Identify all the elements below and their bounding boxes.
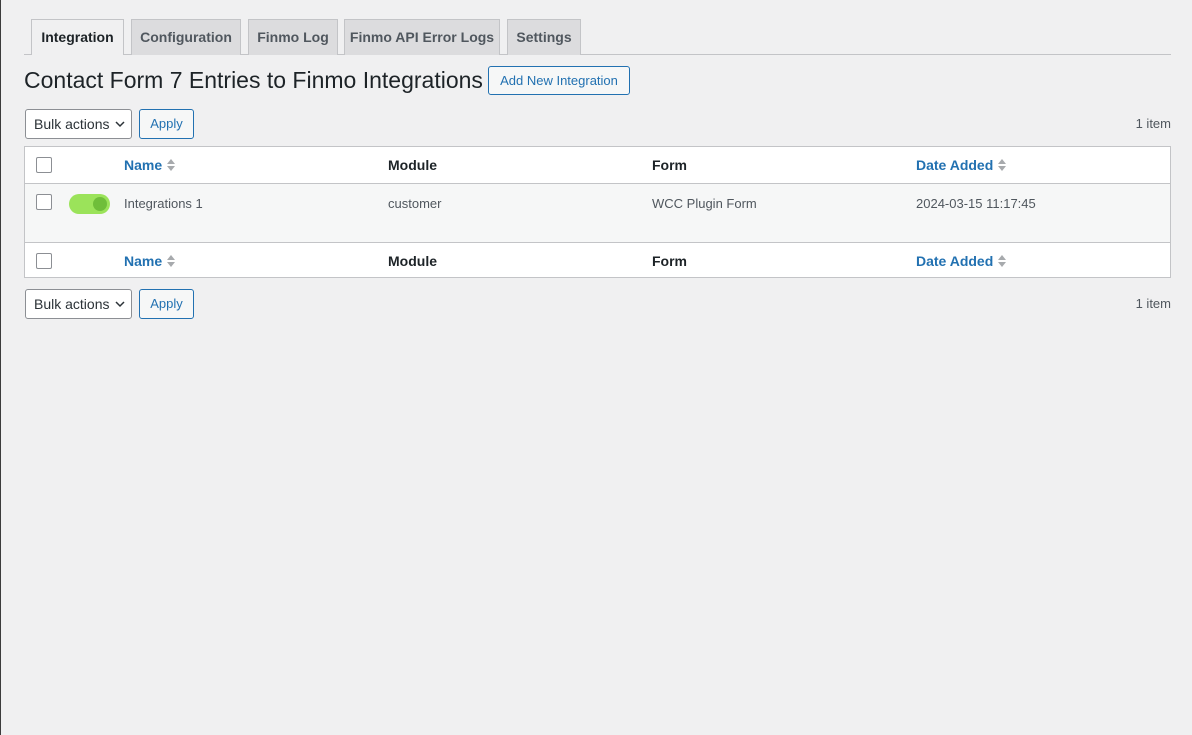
column-header-module: Module <box>388 157 437 173</box>
sort-icon <box>167 159 176 172</box>
cell-module: customer <box>388 196 442 211</box>
bulk-actions-label: Bulk actions <box>34 116 110 132</box>
column-footer-date-added[interactable]: Date Added <box>916 253 1007 270</box>
cell-form: WCC Plugin Form <box>652 196 757 211</box>
apply-button-bottom[interactable]: Apply <box>139 289 194 319</box>
apply-button[interactable]: Apply <box>139 109 194 139</box>
sort-icon <box>998 255 1007 268</box>
add-new-integration-button[interactable]: Add New Integration <box>488 66 630 95</box>
tab-finmo-log[interactable]: Finmo Log <box>248 19 338 55</box>
cell-name: Integrations 1 <box>124 196 203 211</box>
tab-settings[interactable]: Settings <box>507 19 581 55</box>
item-count-bottom: 1 item <box>1135 296 1171 311</box>
column-header-date-added[interactable]: Date Added <box>916 157 1007 174</box>
bulk-actions-select[interactable]: Bulk actions <box>25 109 132 139</box>
integrations-table: Name Module Form Date Added Integrations… <box>24 146 1171 278</box>
column-footer-module: Module <box>388 253 437 269</box>
tablenav-bottom: Bulk actions Apply 1 item <box>24 289 1171 319</box>
column-header-date-added-label: Date Added <box>916 157 994 173</box>
tab-integration[interactable]: Integration <box>31 19 124 55</box>
table-row: Integrations 1 customer WCC Plugin Form … <box>25 184 1170 242</box>
tab-finmo-api-error-logs[interactable]: Finmo API Error Logs <box>344 19 500 55</box>
sort-icon <box>998 159 1007 172</box>
sort-icon <box>167 255 176 268</box>
bulk-actions-label: Bulk actions <box>34 296 110 312</box>
tablenav-top: Bulk actions Apply 1 item <box>24 109 1171 139</box>
page-title: Contact Form 7 Entries to Finmo Integrat… <box>24 67 483 93</box>
column-footer-date-added-label: Date Added <box>916 253 994 269</box>
column-footer-name[interactable]: Name <box>124 253 176 270</box>
select-all-checkbox[interactable] <box>36 157 52 173</box>
select-all-checkbox-footer[interactable] <box>36 253 52 269</box>
column-header-name[interactable]: Name <box>124 157 176 174</box>
tab-configuration[interactable]: Configuration <box>131 19 241 55</box>
chevron-down-icon <box>115 301 125 308</box>
table-footer-row: Name Module Form Date Added <box>25 242 1170 278</box>
chevron-down-icon <box>115 121 125 128</box>
column-header-form: Form <box>652 157 687 173</box>
nav-tabs: Integration Configuration Finmo Log Finm… <box>24 19 1171 55</box>
toggle-knob <box>93 197 107 211</box>
item-count: 1 item <box>1135 116 1171 131</box>
row-checkbox[interactable] <box>36 194 52 210</box>
table-header-row: Name Module Form Date Added <box>25 147 1170 184</box>
cell-date-added: 2024-03-15 11:17:45 <box>916 196 1036 211</box>
column-footer-form: Form <box>652 253 687 269</box>
bulk-actions-select-bottom[interactable]: Bulk actions <box>25 289 132 319</box>
column-header-name-label: Name <box>124 157 163 173</box>
column-footer-name-label: Name <box>124 253 163 269</box>
status-toggle[interactable] <box>69 194 110 214</box>
